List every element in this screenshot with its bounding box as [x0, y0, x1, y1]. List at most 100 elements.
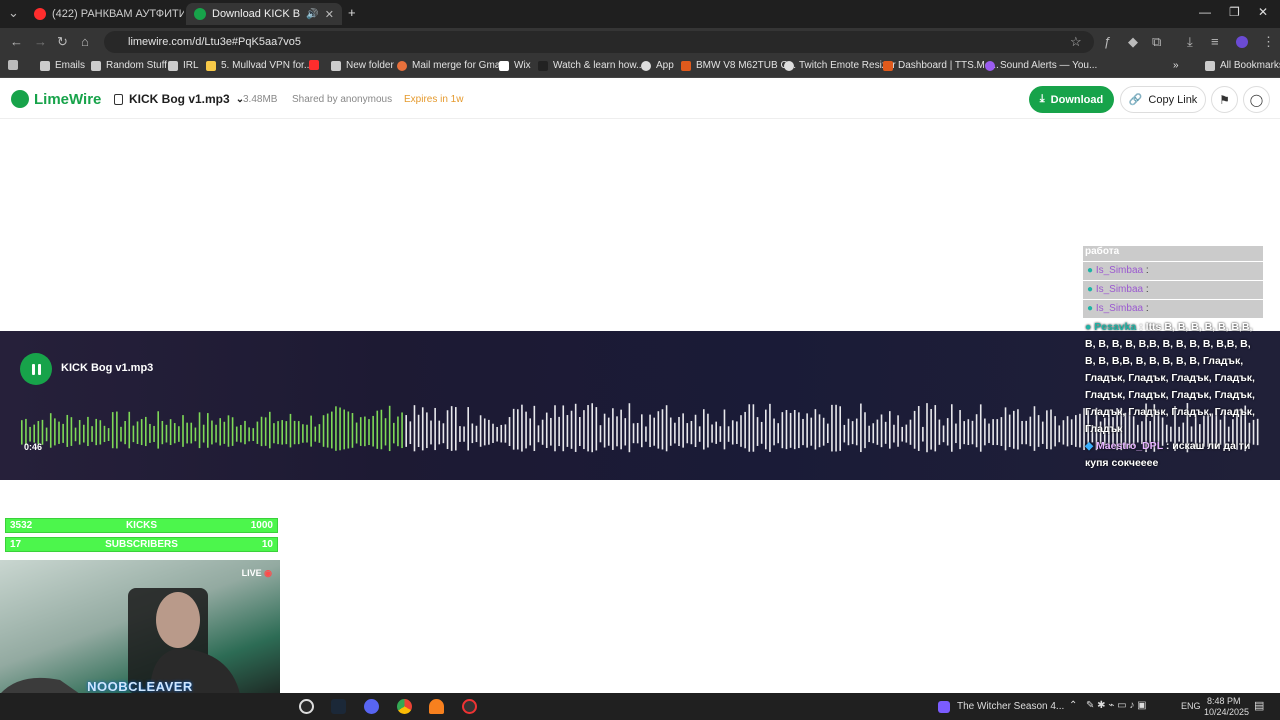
waveform-bar: [959, 410, 961, 450]
waveform-bar: [1041, 421, 1044, 444]
bookmark-sound-alerts[interactable]: Sound Alerts — You...: [985, 60, 1097, 71]
comment-button[interactable]: ◯: [1243, 86, 1270, 113]
waveform-bar: [281, 420, 283, 445]
back-icon[interactable]: ←: [10, 34, 23, 49]
now-playing[interactable]: The Witcher Season 4...: [957, 701, 1064, 712]
download-button[interactable]: ⤓ Download: [1029, 86, 1114, 113]
waveform-bar: [541, 419, 544, 445]
bookmark-app[interactable]: App: [641, 60, 674, 71]
extensions-icon[interactable]: ⧉: [1152, 34, 1161, 50]
waveform-bar: [860, 403, 862, 453]
bookmark-twitch-emote[interactable]: Twitch Emote Resizer: [784, 60, 896, 71]
waveform-bar: [248, 427, 250, 442]
waveform-bar: [401, 412, 403, 449]
waveform-bar: [545, 412, 548, 448]
chrome-icon[interactable]: [397, 699, 412, 714]
waveform-bar: [1013, 410, 1015, 449]
extension-icon[interactable]: ƒ: [1104, 34, 1111, 49]
waveform-bar: [269, 411, 271, 449]
bookmark-star-icon[interactable]: ☆: [1070, 34, 1082, 50]
close-window-icon[interactable]: ✕: [1258, 5, 1268, 19]
apps-icon[interactable]: [8, 60, 18, 70]
mullvad-icon: [206, 60, 216, 71]
tab-search-icon[interactable]: ⌄: [8, 5, 19, 21]
waveform-bar: [785, 410, 788, 450]
limewire-logo-icon: [11, 90, 29, 108]
streamer-name: NOOBCLEAVER: [87, 679, 193, 694]
waveform-bar: [1008, 414, 1011, 448]
bookmark-bmw[interactable]: BMW V8 M62TUB C...: [681, 60, 796, 71]
media-player-icon: [938, 701, 950, 713]
tray-icons[interactable]: ✎ ✱ ⌁ ▭ ♪ ▣: [1086, 700, 1147, 711]
copy-link-button[interactable]: 🔗 Copy Link: [1120, 86, 1206, 113]
menu-icon[interactable]: ⋮: [1262, 34, 1275, 50]
waveform-bar: [207, 413, 209, 448]
waveform-bar: [583, 410, 585, 450]
waveform-bar: [285, 421, 288, 445]
bookmark-random-stuff[interactable]: Random Stuff: [91, 60, 167, 71]
reading-list-icon[interactable]: ≡: [1211, 34, 1219, 49]
waveform-bar: [574, 403, 577, 452]
bookmark-wix[interactable]: Wix: [499, 60, 531, 71]
minimize-icon[interactable]: —: [1199, 5, 1211, 19]
tab-limewire[interactable]: Download KICK Bog v1.mp3 🔊 ✕: [186, 3, 342, 25]
soundcloud-icon[interactable]: [429, 699, 444, 714]
clock-date[interactable]: 10/24/2025: [1204, 707, 1249, 717]
clock-time[interactable]: 8:48 PM: [1207, 696, 1241, 706]
bookmark-mullvad[interactable]: 5. Mullvad VPN for...: [206, 60, 312, 71]
waveform-bar: [446, 410, 449, 450]
chat-message: ● Pesavka : Itts B, B, B, B, B, B,B, B, …: [1085, 321, 1255, 435]
waveform-bar: [49, 413, 52, 448]
limewire-logo[interactable]: LimeWire: [11, 90, 101, 108]
bookmark-irl[interactable]: IRL: [168, 60, 199, 71]
waveform-bar: [132, 425, 135, 443]
chat-username: Is_Simbaa: [1095, 284, 1144, 295]
steam-icon[interactable]: [331, 699, 346, 714]
app-icon[interactable]: [462, 699, 477, 714]
notifications-icon[interactable]: ▤: [1254, 699, 1264, 712]
profile-avatar[interactable]: [1236, 36, 1248, 48]
waveform-bar: [897, 415, 899, 447]
more-bookmarks-icon[interactable]: »: [1173, 60, 1179, 71]
forward-icon[interactable]: →: [34, 34, 47, 49]
waveform-bar: [136, 421, 139, 444]
reload-icon[interactable]: ↻: [57, 34, 68, 50]
waveform-seekbar[interactable]: [20, 397, 1260, 457]
close-icon[interactable]: ✕: [325, 8, 334, 21]
waveform-bar: [777, 423, 779, 444]
new-tab-icon[interactable]: +: [348, 5, 356, 20]
waveform-bar: [95, 418, 97, 446]
bookmark-new-folder[interactable]: New folder: [331, 60, 394, 71]
tray-chevron-icon[interactable]: ⌃: [1069, 700, 1077, 711]
waveform-bar: [322, 415, 325, 447]
discord-icon[interactable]: [364, 699, 379, 714]
youtube-icon: [309, 60, 319, 70]
waveform-bar: [54, 418, 56, 446]
language-indicator[interactable]: ENG: [1181, 701, 1201, 711]
restore-icon[interactable]: ❐: [1229, 5, 1240, 19]
extension-icon-2[interactable]: ◆: [1128, 34, 1138, 50]
file-name-dropdown[interactable]: KICK Bog v1.mp3 ⌄: [114, 92, 244, 106]
waveform-bar: [975, 414, 978, 448]
browser-toolbar: ← → ↻ ⌂ limewire.com/d/Ltu3e#PqK5aa7vo5 …: [0, 28, 1280, 56]
obs-icon[interactable]: [299, 699, 314, 714]
report-flag-button[interactable]: ⚑: [1211, 86, 1238, 113]
waveform-bar: [173, 423, 176, 444]
audio-icon[interactable]: 🔊: [306, 9, 318, 20]
waveform-bar: [161, 420, 164, 445]
downloads-icon[interactable]: ⤓: [1187, 34, 1193, 50]
bookmark-emails[interactable]: Emails: [40, 60, 85, 71]
waveform-bar: [364, 416, 366, 447]
pause-button[interactable]: [20, 353, 52, 385]
all-bookmarks[interactable]: All Bookmarks: [1205, 60, 1280, 71]
tab-youtube[interactable]: (422) РАНКВАМ АУТФИТИТЕ Н ✕: [26, 3, 184, 25]
waveform-bar: [806, 413, 808, 448]
address-bar[interactable]: limewire.com/d/Ltu3e#PqK5aa7vo5: [104, 31, 1094, 53]
waveform-bar: [789, 412, 792, 448]
bookmark-tts[interactable]: Dashboard | TTS.Mo...: [883, 60, 999, 71]
bookmark-youtube[interactable]: [309, 60, 319, 70]
bookmark-mail-merge[interactable]: Mail merge for Gma...: [397, 60, 509, 71]
copy-link-label: Copy Link: [1148, 93, 1198, 106]
home-icon[interactable]: ⌂: [81, 34, 89, 49]
bookmark-watch-learn[interactable]: Watch & learn how...: [538, 60, 644, 71]
